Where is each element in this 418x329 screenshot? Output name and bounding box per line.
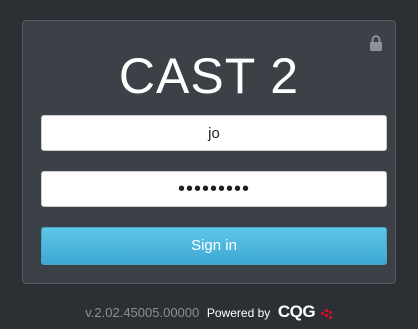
version-text: v.2.02.45005.00000 [85, 305, 200, 320]
powered-by-label: Powered by [206, 306, 271, 320]
password-field[interactable] [41, 171, 387, 207]
sign-in-button[interactable]: Sign in [41, 227, 387, 265]
footer: v.2.02.45005.00000 Powered by CQG [0, 302, 418, 322]
cqg-logo-mark-icon [320, 308, 332, 319]
login-panel: CAST 2 Sign in [22, 20, 396, 284]
cqg-logo-text: CQG [277, 302, 316, 321]
app-title: CAST 2 [118, 48, 300, 104]
username-field[interactable] [41, 115, 387, 151]
